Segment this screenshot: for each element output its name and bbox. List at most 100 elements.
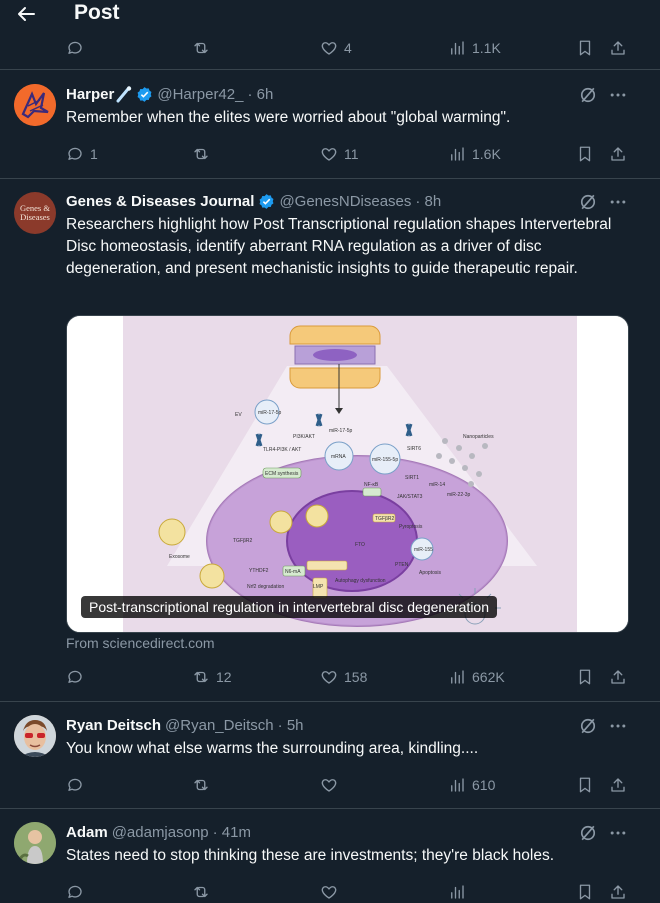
views-button[interactable]: 1.1K [448, 37, 501, 59]
avatar[interactable]: Genes & Diseases [14, 192, 56, 234]
bookmark-icon [579, 884, 591, 900]
grok-icon[interactable] [578, 192, 598, 212]
repost-icon [194, 148, 208, 160]
share-button[interactable] [609, 774, 627, 796]
diagram-label: Exosome [169, 554, 190, 560]
reply-button[interactable] [66, 666, 84, 688]
user-handle[interactable]: @Harper42_ [157, 86, 243, 103]
repost-button[interactable]: 12 [192, 666, 232, 688]
display-name[interactable]: Genes & Diseases Journal [66, 193, 254, 210]
diagram-label: Nanoparticles [463, 434, 494, 440]
repost-count: 12 [216, 669, 232, 685]
divider [0, 808, 660, 809]
like-button[interactable]: 11 [320, 143, 359, 165]
user-handle[interactable]: @adamjasonp [112, 824, 209, 841]
like-button[interactable] [320, 881, 338, 903]
divider [0, 701, 660, 702]
repost-button[interactable] [192, 37, 210, 59]
grok-icon[interactable] [578, 823, 598, 843]
media-caption: Post-transcriptional regulation in inter… [81, 596, 497, 618]
reply-button[interactable]: 1 [66, 143, 98, 165]
views-button[interactable]: 610 [448, 774, 495, 796]
diagram-label: miR-17-5p [329, 428, 353, 434]
display-name[interactable]: Adam [66, 824, 108, 841]
dragon-avatar-image [14, 84, 56, 126]
heart-icon [321, 148, 337, 161]
views-count: 1.1K [472, 40, 501, 56]
repost-button[interactable] [192, 143, 210, 165]
like-button[interactable]: 158 [320, 666, 367, 688]
post-header: Ryan Deitsch @Ryan_Deitsch · 5h [66, 714, 304, 736]
display-name[interactable]: Ryan Deitsch [66, 717, 161, 734]
more-icon[interactable] [608, 192, 628, 212]
grok-icon[interactable] [578, 85, 598, 105]
user-handle[interactable]: @Ryan_Deitsch [165, 717, 274, 734]
views-button[interactable] [448, 881, 466, 903]
share-button[interactable] [609, 666, 627, 688]
avatar[interactable] [14, 84, 56, 126]
reply-button[interactable] [66, 881, 84, 903]
diagram-label: PTEN [395, 562, 409, 568]
views-button[interactable]: 1.6K [448, 143, 501, 165]
post-header: Genes & Diseases Journal @GenesNDiseases… [66, 190, 441, 212]
avatar[interactable] [14, 715, 56, 757]
views-button[interactable]: 662K [448, 666, 505, 688]
post-actions: 12 158 662K [66, 666, 632, 688]
avatar[interactable] [14, 822, 56, 864]
views-icon [451, 885, 464, 899]
post-time[interactable]: · 5h [278, 717, 304, 734]
more-icon[interactable] [608, 85, 628, 105]
like-button[interactable]: 4 [320, 37, 352, 59]
diagram-label: miR-22-3p [447, 492, 471, 498]
diagram-label: Nrf2 degradation [247, 584, 284, 590]
heart-icon [321, 671, 337, 684]
post-menu [578, 191, 628, 213]
more-icon[interactable] [608, 823, 628, 843]
share-button[interactable] [609, 37, 627, 59]
diagram-label: Apoptosis [419, 570, 441, 576]
bookmark-button[interactable] [576, 881, 594, 903]
share-button[interactable] [609, 881, 627, 903]
post-actions: 610 [66, 774, 632, 796]
link-source[interactable]: From sciencedirect.com [66, 635, 215, 651]
post-menu [578, 84, 628, 106]
bookmark-icon [579, 40, 591, 56]
reply-button[interactable] [66, 774, 84, 796]
bookmark-button[interactable] [576, 774, 594, 796]
post-menu [578, 822, 628, 844]
avatar-logo-text: Genes & Diseases [20, 203, 50, 222]
share-button[interactable] [609, 143, 627, 165]
post-time[interactable]: · 41m [213, 824, 251, 841]
more-icon[interactable] [608, 716, 628, 736]
diagram-illustration: PI3K/AKT miR-17-5p miR-17-5p mRNA miR-15… [67, 316, 628, 632]
bookmark-button[interactable] [576, 37, 594, 59]
link-card-image[interactable]: PI3K/AKT miR-17-5p miR-17-5p mRNA miR-15… [66, 315, 629, 633]
post-text: Remember when the elites were worried ab… [66, 109, 511, 126]
post-time[interactable]: · 6h [247, 86, 273, 103]
repost-button[interactable] [192, 881, 210, 903]
post-time[interactable]: · 8h [415, 193, 441, 210]
page-title: Post [74, 1, 120, 24]
like-button[interactable] [320, 774, 338, 796]
repost-icon [194, 886, 208, 898]
bookmark-button[interactable] [576, 666, 594, 688]
user-handle[interactable]: @GenesNDiseases [279, 193, 411, 210]
grok-icon[interactable] [578, 716, 598, 736]
diagram-label: NF-κB [364, 482, 379, 488]
arrow-left-icon[interactable] [14, 0, 38, 28]
reply-button[interactable] [66, 37, 84, 59]
post-header: Adam @adamjasonp · 41m [66, 821, 251, 843]
heart-icon [321, 779, 337, 792]
repost-button[interactable] [192, 774, 210, 796]
diagram-label: SIRT6 [407, 446, 421, 452]
like-count: 11 [344, 146, 359, 162]
bookmark-button[interactable] [576, 143, 594, 165]
like-count: 4 [344, 40, 352, 56]
share-icon [611, 778, 625, 792]
diagram-label: FTO [355, 542, 365, 548]
diagram-label: TLR4-PI3K / AKT [263, 447, 301, 453]
bookmark-icon [579, 669, 591, 685]
diagram-label: Autophagy dysfunction [335, 578, 386, 584]
post-actions: 1 11 1.6K [66, 143, 632, 165]
display-name[interactable]: Harper [66, 86, 114, 103]
